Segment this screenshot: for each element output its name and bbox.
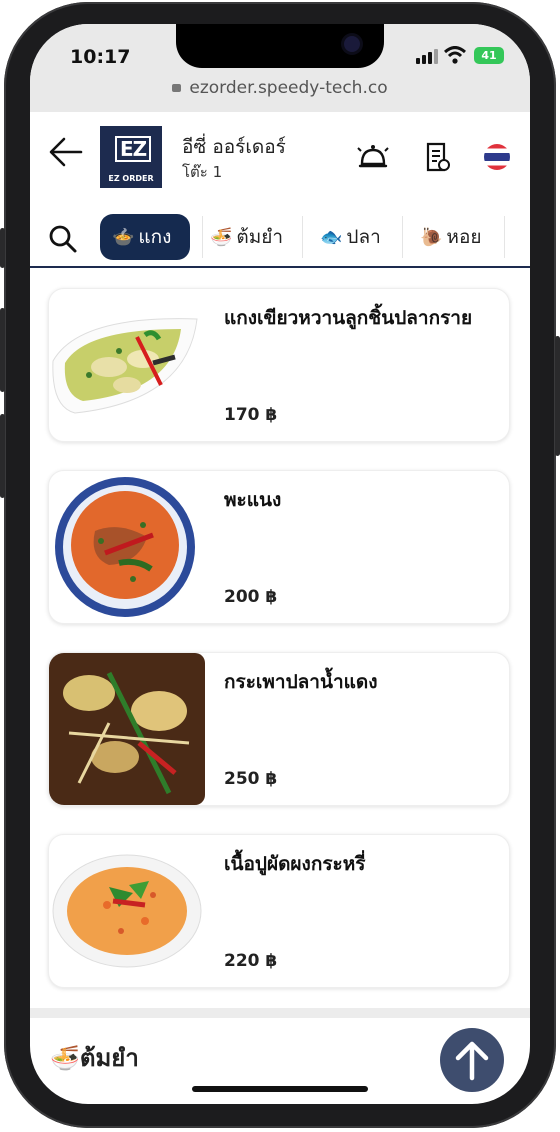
tab-hoi[interactable]: 🐌 หอย [420,214,482,260]
noodle-bowl-icon: 🍜 [210,227,233,248]
table-number: โต๊ะ 1 [182,163,223,181]
front-camera [344,36,360,52]
power-button [555,336,560,456]
tab-divider [504,216,505,258]
volume-up-button [0,308,5,392]
curry-bowl-icon: 🍲 [112,227,135,248]
address-bar[interactable]: ezorder.speedy-tech.co [30,78,530,98]
snail-icon: 🐌 [420,227,443,248]
menu-item-card[interactable]: พะแนง 200 ฿ [48,470,510,624]
panang-image [55,477,195,617]
menu-item-card[interactable]: แกงเขียวหวานลูกชิ้นปลากราย 170 ฿ [48,288,510,442]
tab-divider [202,216,203,258]
tab-divider [302,216,303,258]
crab-curry-image [52,854,202,968]
menu-item-price: 200 ฿ [224,587,278,607]
battery-indicator: 41 [474,47,504,64]
service-bell-icon[interactable] [356,140,390,174]
menu-item-price: 220 ฿ [224,951,278,971]
category-tabs: 🍲 แกง 🍜 ต้มยำ 🐟 ปลา 🐌 หอย [30,208,530,268]
arrow-up-icon [455,1041,489,1081]
tab-label: ปลา [346,226,381,248]
tab-pla[interactable]: 🐟 ปลา [320,214,381,260]
tab-label: ต้มยำ [236,226,284,248]
logo-text: EZ ORDER [108,174,154,183]
logo-mark: ΕΖ [115,136,152,162]
noodle-bowl-icon: 🍜 [50,1044,80,1072]
menu-item-card[interactable]: เนื้อปูผัดผงกระหรี่ 220 ฿ [48,834,510,988]
mute-switch [0,228,5,268]
tab-gaeng[interactable]: 🍲 แกง [100,214,190,260]
scroll-to-top-button[interactable] [440,1028,504,1092]
menu-item-name: แกงเขียวหวานลูกชิ้นปลากราย [224,307,473,329]
url-text: ezorder.speedy-tech.co [189,78,388,98]
screen: 10:17 41 ezorder.speedy-tech.co ΕΖ EZ OR… [30,24,530,1104]
thai-flag-icon[interactable] [480,140,514,174]
search-icon[interactable] [48,224,78,254]
fish-maw-soup-image [49,653,205,805]
app-header: ΕΖ EZ ORDER อีซี่ ออร์เดอร์ โต๊ะ 1 [30,112,530,208]
tab-divider [402,216,403,258]
section-divider [30,1008,530,1018]
lock-icon [172,84,182,92]
browser-top-bar: 10:17 41 ezorder.speedy-tech.co [30,24,530,112]
section-heading-tom-yum: 🍜ต้มยำ [50,1038,139,1077]
tab-label: หอย [446,226,482,248]
volume-down-button [0,414,5,498]
shop-name: อีซี่ ออร์เดอร์ [182,136,286,158]
menu-item-price: 250 ฿ [224,769,278,789]
tab-label: แกง [138,226,172,248]
home-indicator[interactable] [192,1086,368,1092]
status-time: 10:17 [70,46,131,68]
green-curry-image [52,318,198,414]
notch [176,24,384,68]
order-list-icon[interactable] [420,140,454,174]
ez-order-logo: ΕΖ EZ ORDER [100,126,162,188]
menu-item-price: 170 ฿ [224,405,278,425]
fish-icon: 🐟 [320,227,343,248]
menu-item-name: เนื้อปูผัดผงกระหรี่ [224,853,366,875]
menu-item-name: กระเพาปลาน้ำแดง [224,671,378,693]
menu-item-card[interactable]: กระเพาปลาน้ำแดง 250 ฿ [48,652,510,806]
menu-item-name: พะแนง [224,489,282,511]
menu-list: แกงเขียวหวานลูกชิ้นปลากราย 170 ฿ พะแนง 2… [30,268,530,1008]
tab-tom-yum[interactable]: 🍜 ต้มยำ [210,214,283,260]
back-arrow-icon[interactable] [48,134,84,170]
wifi-icon [444,46,466,64]
section-heading-label: ต้มยำ [79,1044,139,1072]
